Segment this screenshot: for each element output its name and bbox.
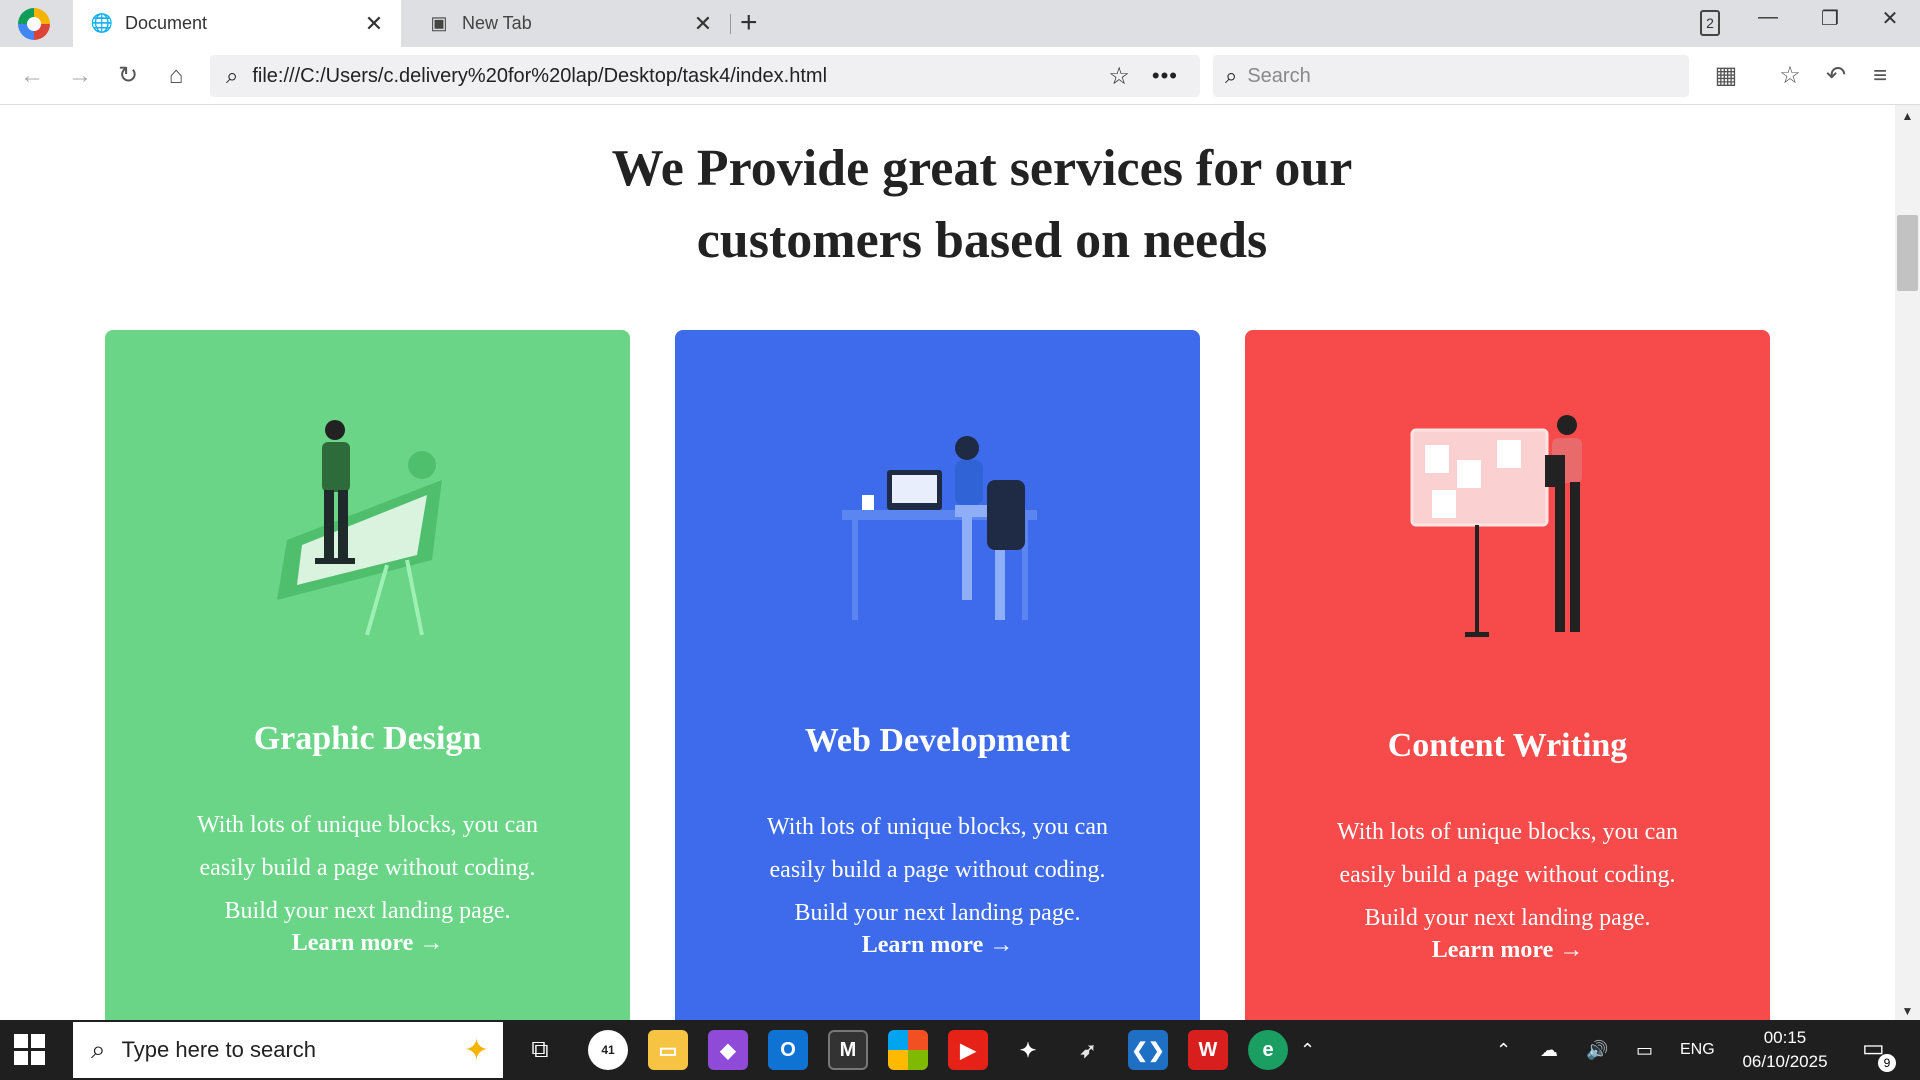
vertical-scrollbar[interactable]: ▲ ▼ <box>1895 105 1920 1020</box>
scrollbar-thumb[interactable] <box>1897 215 1918 291</box>
card-description-line: easily build a page without coding. <box>1339 862 1676 888</box>
back-icon[interactable]: ← <box>16 60 48 92</box>
close-tab-icon[interactable]: ✕ <box>359 11 389 37</box>
card-description-line: Build your next landing page. <box>1364 905 1651 931</box>
card-description-line: With lots of unique blocks, you can <box>767 814 1108 840</box>
taskbar-overflow-icon[interactable]: ⌃ <box>1300 1020 1315 1080</box>
clock-date: 06/10/2025 <box>1742 1052 1828 1071</box>
service-card-web-development: Web Development With lots of unique bloc… <box>675 330 1200 1020</box>
tab-separator <box>730 14 731 34</box>
minimize-icon[interactable]: — <box>1748 6 1788 29</box>
search-placeholder: Search <box>1247 64 1311 87</box>
pen-app-icon[interactable]: ➶ <box>1068 1030 1108 1070</box>
new-tab-button[interactable]: + <box>740 6 758 40</box>
m-app-icon[interactable]: M <box>828 1030 868 1070</box>
microsoft-store-icon[interactable] <box>888 1030 928 1070</box>
volume-icon[interactable]: 🔊 <box>1586 1020 1608 1080</box>
close-tab-icon[interactable]: ✕ <box>688 11 718 37</box>
card-description: With lots of unique blocks, you can easi… <box>180 804 555 933</box>
card-description-line: easily build a page without coding. <box>769 857 1106 883</box>
battery-icon[interactable]: ▭ <box>1636 1020 1653 1080</box>
show-hidden-icons-icon[interactable]: ⌃ <box>1496 1020 1511 1080</box>
learn-more-link[interactable]: Learn more → <box>1245 937 1770 964</box>
card-description-line: Build your next landing page. <box>224 898 511 924</box>
more-options-icon[interactable]: ••• <box>1152 63 1178 89</box>
newtab-icon: ▣ <box>430 13 448 33</box>
navigation-bar: ← → ↻ ⌂ ⌕ file:///C:/Users/c.delivery%20… <box>0 47 1920 105</box>
copilot-icon[interactable]: ◆ <box>708 1030 748 1070</box>
globe-icon: 🌐 <box>90 13 114 33</box>
developer-illustration <box>842 436 1037 620</box>
taskbar-search-box[interactable]: ⌕ Type here to search ✦ <box>73 1022 503 1078</box>
outlook-icon[interactable]: O <box>768 1030 808 1070</box>
chrome-badge: 41 <box>601 1043 615 1057</box>
search-icon: ⌕ <box>226 63 239 88</box>
tab-count-badge[interactable]: 2 <box>1700 10 1720 36</box>
tab-bar: 🌐 Document ✕ ▣ New Tab ✕ + 2 — ❐ ✕ <box>0 0 1920 47</box>
tab-new-tab[interactable]: ▣ New Tab ✕ <box>410 0 730 47</box>
reload-icon[interactable]: ↻ <box>112 60 144 92</box>
system-clock[interactable]: 00:15 06/10/2025 <box>1730 1026 1840 1074</box>
tab-label: Document <box>125 13 208 33</box>
page-content: We Provide great services for our custom… <box>0 105 1895 1020</box>
edge-icon[interactable]: e <box>1248 1030 1288 1070</box>
favorites-icon[interactable]: ☆ <box>1774 60 1806 92</box>
writer-illustration <box>1410 415 1582 637</box>
undo-icon[interactable]: ↶ <box>1820 60 1852 92</box>
wps-office-icon[interactable]: W <box>1188 1030 1228 1070</box>
home-icon[interactable]: ⌂ <box>160 60 192 92</box>
tab-label: New Tab <box>462 13 532 33</box>
search-icon: ⌕ <box>91 1034 106 1064</box>
learn-more-link[interactable]: Learn more → <box>675 932 1200 959</box>
service-card-graphic-design: Graphic Design With lots of unique block… <box>105 330 630 1020</box>
search-bar[interactable]: ⌕ Search <box>1213 55 1689 97</box>
task-view-icon[interactable]: ⧉ <box>520 1030 560 1070</box>
learn-more-link[interactable]: Learn more → <box>105 930 630 957</box>
onedrive-icon[interactable]: ☁ <box>1540 1020 1558 1080</box>
browser-logo-icon[interactable] <box>18 8 50 40</box>
headline-line-1: We Provide great services for our <box>611 140 1353 197</box>
page-headline: We Provide great services for our custom… <box>560 133 1404 277</box>
app-icon[interactable]: ✦ <box>1008 1030 1048 1070</box>
chrome-icon[interactable]: 41 <box>588 1030 628 1070</box>
card-title: Graphic Design <box>253 720 482 757</box>
card-title: Web Development <box>804 722 1071 759</box>
sparkle-icon: ✦ <box>463 1033 489 1067</box>
address-bar[interactable]: ⌕ file:///C:/Users/c.delivery%20for%20la… <box>210 55 1200 97</box>
notification-count-badge: 9 <box>1878 1054 1896 1072</box>
card-description-line: Build your next landing page. <box>794 900 1081 926</box>
file-explorer-icon[interactable]: ▭ <box>648 1030 688 1070</box>
card-description-line: With lots of unique blocks, you can <box>1337 819 1678 845</box>
card-description: With lots of unique blocks, you can easi… <box>750 806 1125 935</box>
url-text[interactable]: file:///C:/Users/c.delivery%20for%20lap/… <box>252 65 1108 88</box>
clock-time: 00:15 <box>1763 1028 1807 1047</box>
vscode-icon[interactable]: ❮❯ <box>1128 1030 1168 1070</box>
card-description-line: easily build a page without coding. <box>199 855 536 881</box>
language-indicator[interactable]: ENG <box>1680 1020 1715 1080</box>
scroll-down-arrow-icon[interactable]: ▼ <box>1895 1004 1920 1018</box>
youtube-icon[interactable]: ▶ <box>948 1030 988 1070</box>
menu-icon[interactable]: ≡ <box>1864 60 1896 92</box>
card-description-line: With lots of unique blocks, you can <box>197 812 538 838</box>
taskbar-search-placeholder: Type here to search <box>121 1037 317 1062</box>
headline-line-2: customers based on needs <box>696 212 1268 269</box>
search-icon: ⌕ <box>1225 63 1238 88</box>
designer-illustration <box>277 420 442 636</box>
bookmark-star-icon[interactable]: ☆ <box>1108 62 1130 91</box>
windows-start-icon[interactable] <box>14 1034 46 1066</box>
service-card-content-writing: Content Writing With lots of unique bloc… <box>1245 330 1770 1020</box>
tab-document[interactable]: 🌐 Document ✕ <box>73 0 401 47</box>
apps-grid-icon[interactable]: ▦ <box>1710 60 1742 92</box>
forward-icon[interactable]: → <box>64 60 96 92</box>
restore-icon[interactable]: ❐ <box>1810 6 1850 31</box>
card-description: With lots of unique blocks, you can easi… <box>1320 811 1695 940</box>
card-title: Content Writing <box>1387 727 1628 764</box>
browser-window: 🌐 Document ✕ ▣ New Tab ✕ + 2 — ❐ ✕ ← → ↻… <box>0 0 1920 1020</box>
close-window-icon[interactable]: ✕ <box>1870 6 1910 31</box>
scroll-up-arrow-icon[interactable]: ▲ <box>1895 109 1920 123</box>
windows-taskbar: ⌕ Type here to search ✦ ⧉ 41 ▭ ◆ O M ▶ ✦… <box>0 1020 1920 1080</box>
